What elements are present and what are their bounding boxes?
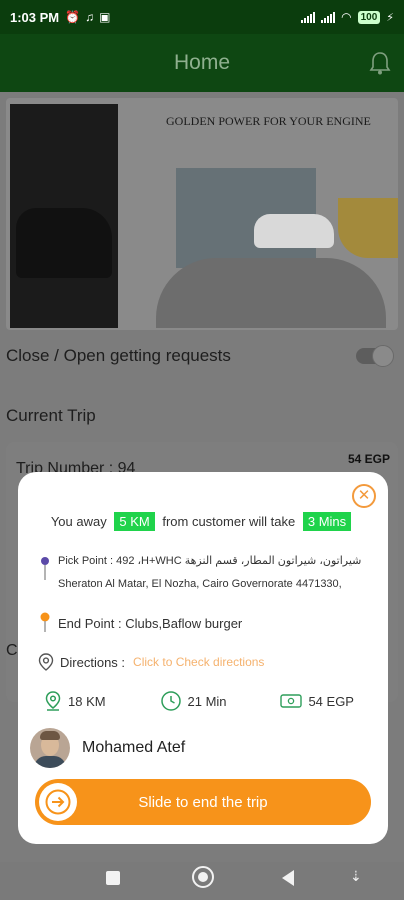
- trip-price: 54 EGP: [347, 452, 390, 466]
- battery-icon: 100: [357, 10, 381, 24]
- trip-details-dialog: ✕ You away 5 KM from customer will take …: [18, 472, 388, 844]
- directions-label: Directions :: [60, 654, 126, 670]
- obscured-label: C: [6, 642, 18, 659]
- map-pin-icon: [45, 691, 61, 711]
- arrow-right-icon: [45, 789, 71, 815]
- eta-distance-badge: 5 KM: [114, 512, 155, 531]
- stat-price-value: 54 EGP: [308, 693, 354, 709]
- pick-point: Pick Point : 492 ،H+WHC شيراتون، شيراتون…: [40, 550, 370, 596]
- headphones-icon: ♫: [85, 10, 95, 24]
- end-pin-icon: [40, 612, 50, 632]
- system-nav-bar: ⇣: [0, 862, 404, 900]
- banner-caption: GOLDEN POWER FOR YOUR ENGINE: [166, 114, 371, 128]
- banner-oil-bottle: [338, 198, 398, 258]
- trip-stats: 18 KM 21 Min 54 EGP: [44, 690, 354, 712]
- end-point-text: End Point : Clubs,Baflow burger: [58, 615, 243, 631]
- recents-button[interactable]: [106, 871, 120, 885]
- requests-toggle-row: Close / Open getting requests: [6, 345, 394, 367]
- pick-pin-icon: [41, 557, 49, 580]
- stat-duration: 21 Min: [160, 690, 227, 712]
- clock-icon: [160, 691, 181, 711]
- slide-handle[interactable]: [39, 783, 77, 821]
- directions-row: Directions : Click to Check directions: [36, 652, 264, 672]
- alarm-icon: ⏰: [65, 10, 81, 24]
- slide-label: Slide to end the trip: [138, 793, 268, 811]
- pick-point-line1: Pick Point : 492 ،H+WHC شيراتون، شيراتون…: [58, 555, 362, 567]
- status-time: 1:03 PM: [10, 9, 60, 25]
- driver-name: Mohamed Atef: [82, 739, 186, 756]
- wifi-icon: ◠: [341, 10, 352, 24]
- signal-icon-2: [321, 11, 336, 23]
- banner-white-car: [254, 214, 334, 248]
- page-title: Home: [173, 51, 231, 74]
- stat-distance: 18 KM: [44, 690, 106, 712]
- driver-info: Mohamed Atef: [30, 728, 185, 768]
- stat-price: 54 EGP: [280, 690, 354, 712]
- requests-toggle-label: Close / Open getting requests: [6, 346, 231, 365]
- status-bar: 1:03 PM ⏰ ♫ ▣ ◠ 100 ⚡: [0, 0, 404, 34]
- close-icon[interactable]: ✕: [352, 484, 376, 508]
- end-point: End Point : Clubs,Baflow burger: [40, 612, 242, 634]
- banner-road: [156, 258, 386, 328]
- signal-icon: [301, 11, 316, 23]
- requests-toggle[interactable]: [356, 345, 394, 367]
- eta-middle-text: from customer will take: [162, 514, 296, 529]
- stat-distance-value: 18 KM: [68, 693, 106, 709]
- charging-icon: ⚡: [386, 11, 394, 24]
- stat-duration-value: 21 Min: [187, 693, 227, 709]
- toggle-knob: [372, 345, 394, 367]
- app-header: Home: [0, 34, 404, 92]
- current-trip-heading: Current Trip: [6, 406, 96, 425]
- bell-icon[interactable]: [368, 50, 392, 76]
- eta-prefix: You away: [50, 514, 107, 529]
- promo-banner[interactable]: GOLDEN POWER FOR YOUR ENGINE: [6, 98, 398, 330]
- avatar: [30, 728, 70, 768]
- money-icon: [280, 694, 303, 708]
- eta-summary: You away 5 KM from customer will take 3 …: [18, 512, 388, 531]
- slide-to-end-trip[interactable]: Slide to end the trip: [35, 779, 371, 825]
- check-directions-link[interactable]: Click to Check directions: [133, 655, 264, 669]
- eta-time-badge: 3 Mins: [302, 512, 352, 531]
- banner-dark-car: [16, 208, 112, 278]
- back-button[interactable]: [282, 870, 294, 886]
- home-button[interactable]: [192, 866, 214, 888]
- app-icon: ▣: [99, 10, 111, 24]
- pick-point-line2: Sheraton Al Matar, El Nozha, Cairo Gover…: [58, 578, 342, 590]
- hide-keyboard-button[interactable]: ⇣: [350, 868, 362, 885]
- location-icon: [38, 653, 54, 671]
